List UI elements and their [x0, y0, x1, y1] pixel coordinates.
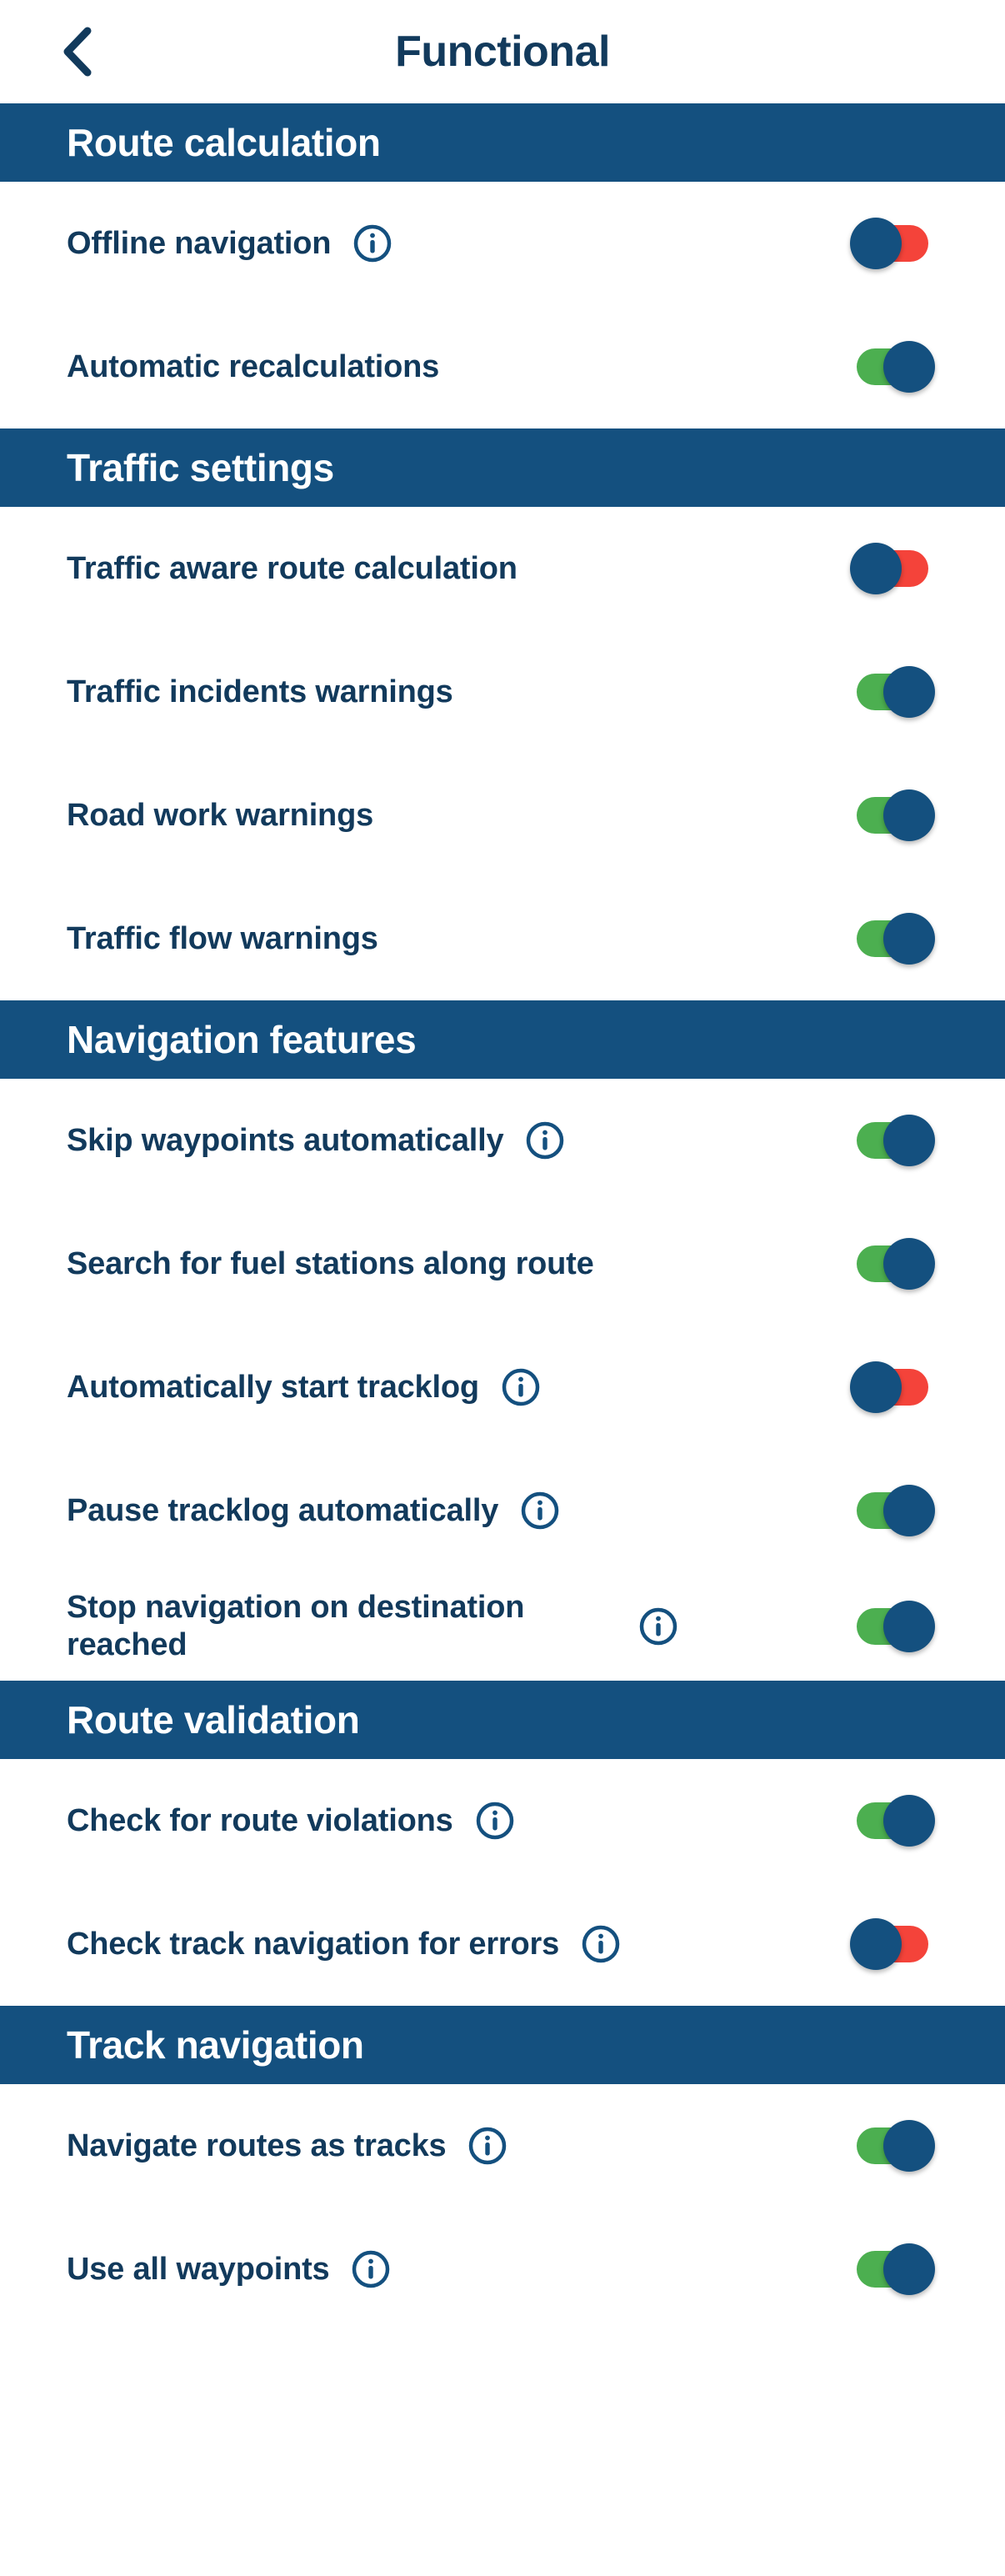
section-header: Route validation — [0, 1681, 1005, 1759]
setting-label: Automatic recalculations — [67, 348, 440, 384]
setting-row[interactable]: Offline navigation — [0, 182, 1005, 305]
setting-label: Skip waypoints automatically — [67, 1122, 504, 1158]
toggle-knob — [883, 1485, 935, 1536]
toggle-knob — [850, 218, 902, 269]
section-rows: Traffic aware route calculation Traffic i… — [0, 507, 1005, 1000]
toggle-knob — [850, 1361, 902, 1413]
info-icon[interactable] — [501, 1367, 541, 1407]
section-header: Navigation features — [0, 1000, 1005, 1079]
info-icon[interactable] — [520, 1491, 560, 1531]
setting-toggle[interactable] — [850, 1238, 935, 1290]
setting-row[interactable]: Use all waypoints — [0, 2208, 1005, 2331]
setting-label: Pause tracklog automatically — [67, 1492, 499, 1528]
setting-toggle[interactable] — [850, 666, 935, 718]
setting-label: Stop navigation on destination reached — [67, 1590, 525, 1662]
toggle-knob — [883, 1238, 935, 1290]
toggle-knob — [883, 2120, 935, 2172]
setting-toggle[interactable] — [850, 543, 935, 594]
setting-row[interactable]: Skip waypoints automatically — [0, 1079, 1005, 1202]
setting-row[interactable]: Search for fuel stations along route — [0, 1202, 1005, 1326]
section-header-title: Route validation — [67, 1698, 360, 1742]
settings-screen: Functional Route calculation Offline navi… — [0, 0, 1005, 2576]
info-icon[interactable] — [468, 2126, 508, 2166]
setting-row[interactable]: Traffic aware route calculation — [0, 507, 1005, 630]
toggle-knob — [883, 1115, 935, 1166]
setting-label: Traffic incidents warnings — [67, 674, 453, 709]
section-header: Traffic settings — [0, 428, 1005, 507]
toggle-knob — [883, 2243, 935, 2295]
toggle-knob — [850, 543, 902, 594]
setting-label: Offline navigation — [67, 225, 332, 261]
setting-label: Use all waypoints — [67, 2251, 330, 2287]
section-header: Route calculation — [0, 103, 1005, 182]
toggle-knob — [883, 341, 935, 393]
section-header-title: Track navigation — [67, 2023, 364, 2067]
setting-toggle[interactable] — [850, 1115, 935, 1166]
section-rows: Skip waypoints automatically Search for f… — [0, 1079, 1005, 1681]
toggle-knob — [883, 913, 935, 965]
setting-label: Road work warnings — [67, 797, 374, 833]
settings-sections: Route calculation Offline navigation Autom… — [0, 103, 1005, 2331]
setting-toggle[interactable] — [850, 1918, 935, 1970]
info-icon[interactable] — [351, 2249, 391, 2289]
setting-row[interactable]: Automatically start tracklog — [0, 1326, 1005, 1449]
info-icon[interactable] — [352, 223, 392, 263]
setting-label: Navigate routes as tracks — [67, 2127, 447, 2163]
setting-label: Automatically start tracklog — [67, 1369, 479, 1405]
chevron-left-icon — [58, 26, 94, 78]
setting-label: Traffic flow warnings — [67, 920, 378, 956]
toggle-knob — [850, 1918, 902, 1970]
setting-row[interactable]: Check for route violations — [0, 1759, 1005, 1882]
setting-toggle[interactable] — [850, 341, 935, 393]
toggle-knob — [883, 789, 935, 841]
toggle-knob — [883, 666, 935, 718]
toggle-knob — [883, 1601, 935, 1652]
setting-toggle[interactable] — [850, 2243, 935, 2295]
setting-row[interactable]: Road work warnings — [0, 754, 1005, 877]
section-header-title: Navigation features — [67, 1018, 417, 1061]
setting-row[interactable]: Stop navigation on destination reached — [0, 1572, 1005, 1681]
info-icon[interactable] — [581, 1924, 621, 1964]
section-header: Track navigation — [0, 2006, 1005, 2084]
setting-toggle[interactable] — [850, 2120, 935, 2172]
section-header-title: Route calculation — [67, 121, 381, 164]
setting-row[interactable]: Automatic recalculations — [0, 305, 1005, 428]
setting-toggle[interactable] — [850, 218, 935, 269]
setting-toggle[interactable] — [850, 913, 935, 965]
section-rows: Offline navigation Automatic recalculatio… — [0, 182, 1005, 428]
setting-row[interactable]: Check track navigation for errors — [0, 1882, 1005, 2006]
setting-row[interactable]: Pause tracklog automatically — [0, 1449, 1005, 1572]
section-header-title: Traffic settings — [67, 446, 334, 489]
setting-label: Check for route violations — [67, 1802, 453, 1838]
back-button[interactable] — [48, 24, 103, 79]
setting-toggle[interactable] — [850, 1795, 935, 1847]
top-app-bar: Functional — [0, 0, 1005, 103]
section-rows: Navigate routes as tracks Use all waypoin… — [0, 2084, 1005, 2331]
setting-row[interactable]: Traffic incidents warnings — [0, 630, 1005, 754]
info-icon[interactable] — [525, 1120, 565, 1160]
setting-toggle[interactable] — [850, 1601, 935, 1652]
setting-toggle[interactable] — [850, 789, 935, 841]
setting-toggle[interactable] — [850, 1485, 935, 1536]
setting-label: Traffic aware route calculation — [67, 550, 518, 586]
setting-row[interactable]: Navigate routes as tracks — [0, 2084, 1005, 2208]
setting-label: Search for fuel stations along route — [67, 1245, 594, 1281]
info-icon[interactable] — [475, 1801, 515, 1841]
section-rows: Check for route violations Check track na… — [0, 1759, 1005, 2006]
setting-row[interactable]: Traffic flow warnings — [0, 877, 1005, 1000]
toggle-knob — [883, 1795, 935, 1847]
setting-toggle[interactable] — [850, 1361, 935, 1413]
info-icon[interactable] — [638, 1606, 678, 1646]
page-title: Functional — [395, 28, 610, 76]
setting-label: Check track navigation for errors — [67, 1926, 560, 1962]
